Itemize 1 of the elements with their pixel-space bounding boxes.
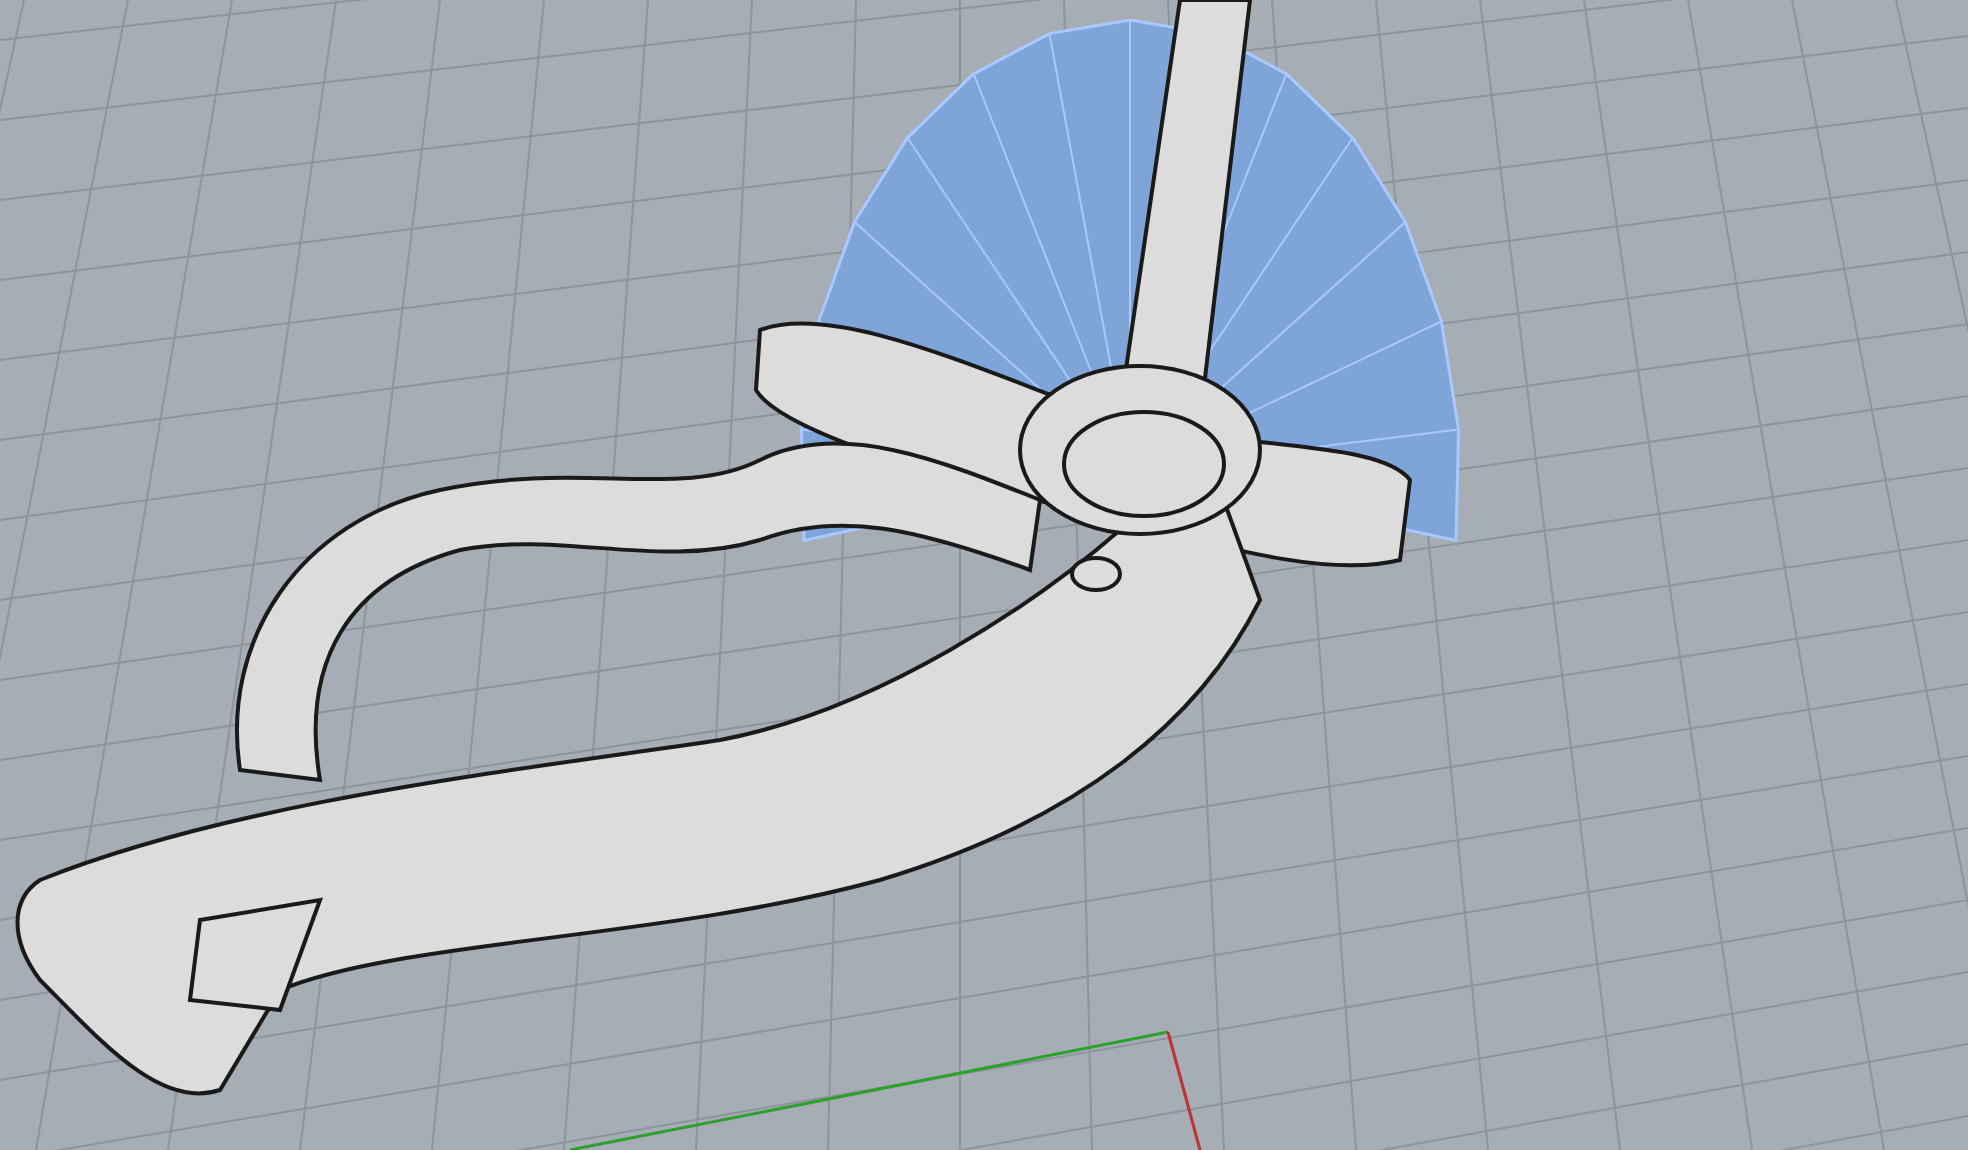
clip-model-drawing[interactable] (15, 0, 1412, 1096)
